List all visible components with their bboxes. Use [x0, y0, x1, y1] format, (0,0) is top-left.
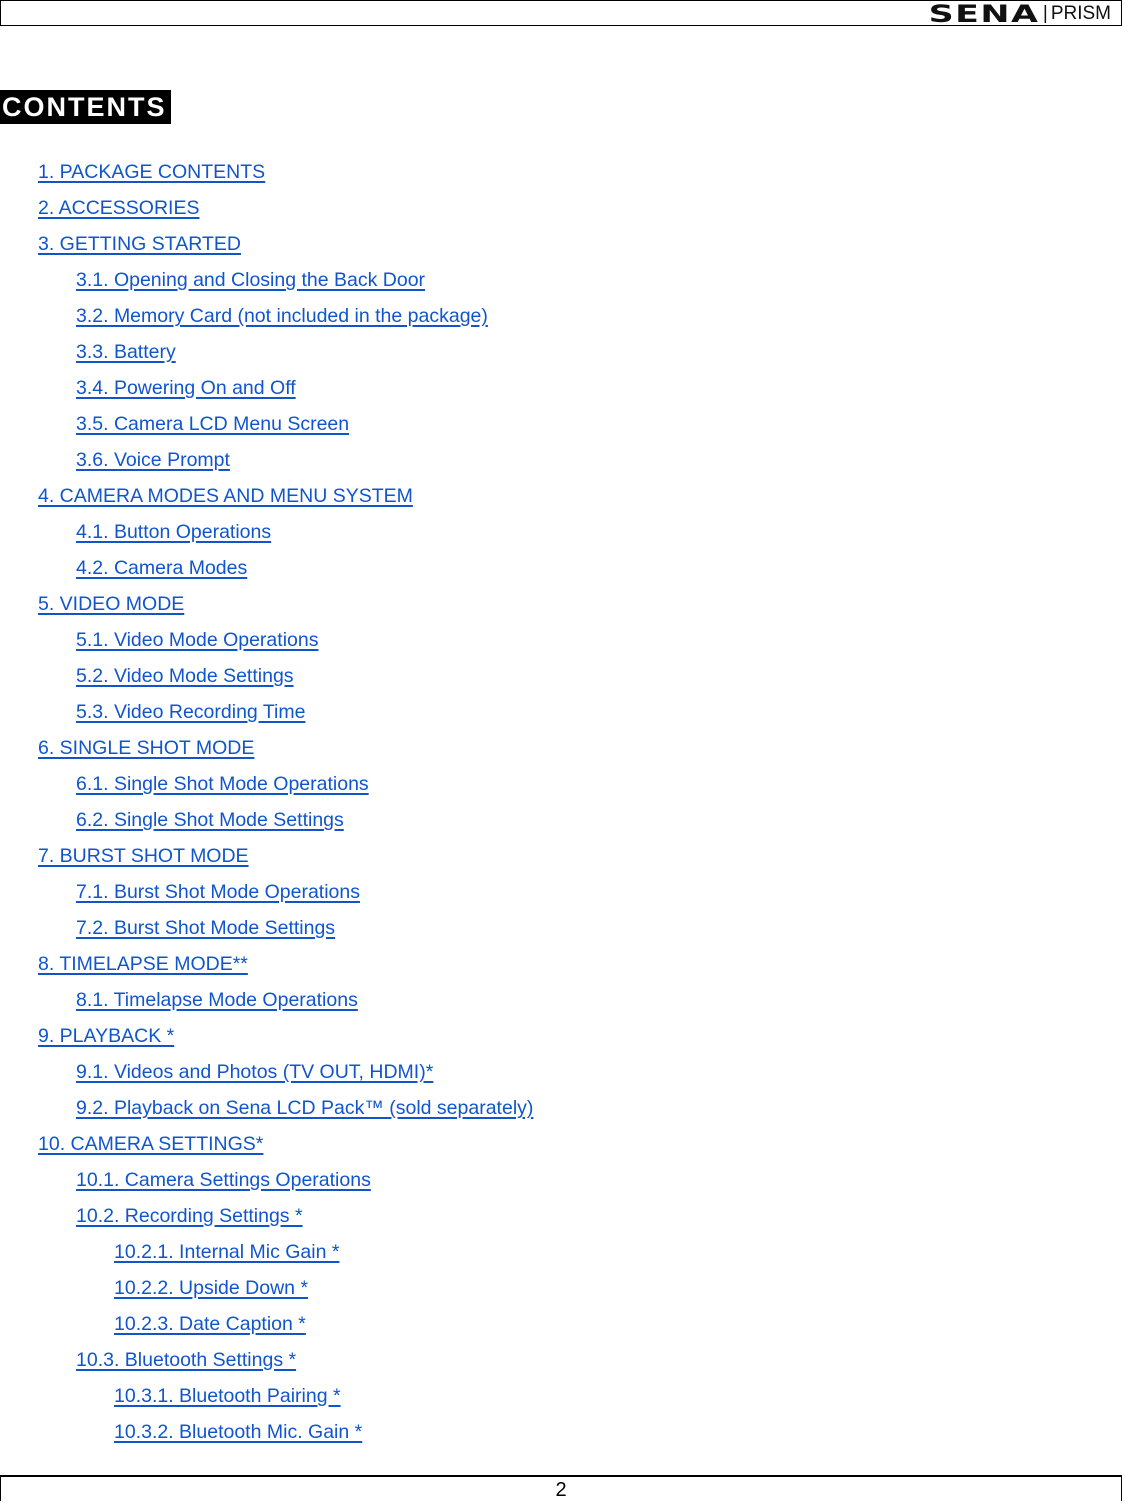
toc-entry: 6.1. Single Shot Mode Operations [0, 770, 1100, 806]
toc-entry: 4.1. Button Operations [0, 518, 1100, 554]
toc-entry: 5.2. Video Mode Settings [0, 662, 1100, 698]
toc-link[interactable]: 5.3. Video Recording Time [76, 701, 305, 723]
toc-link[interactable]: 2. ACCESSORIES [38, 197, 199, 219]
toc-link[interactable]: 9.2. Playback on Sena LCD Pack™ (sold se… [76, 1097, 533, 1119]
toc-entry: 10. CAMERA SETTINGS* [0, 1130, 1100, 1166]
toc-link[interactable]: 8.1. Timelapse Mode Operations [76, 989, 358, 1011]
toc-entry: 10.1. Camera Settings Operations [0, 1166, 1100, 1202]
toc-entry: 4.2. Camera Modes [0, 554, 1100, 590]
toc-link[interactable]: 7. BURST SHOT MODE [38, 845, 249, 867]
toc-link[interactable]: 6.2. Single Shot Mode Settings [76, 809, 344, 831]
toc-link[interactable]: 3.2. Memory Card (not included in the pa… [76, 305, 488, 327]
toc-link[interactable]: 10.3.2. Bluetooth Mic. Gain * [114, 1421, 362, 1443]
toc-entry: 9.2. Playback on Sena LCD Pack™ (sold se… [0, 1094, 1100, 1130]
toc-entry: 5. VIDEO MODE [0, 590, 1100, 626]
toc-link[interactable]: 10.3. Bluetooth Settings * [76, 1349, 296, 1371]
toc-entry: 10.3. Bluetooth Settings * [0, 1346, 1100, 1382]
toc-link[interactable]: 1. PACKAGE CONTENTS [38, 161, 265, 183]
header-separator: | [1042, 3, 1048, 24]
toc-entry: 7. BURST SHOT MODE [0, 842, 1100, 878]
page-header: SENA | PRISM [0, 0, 1122, 26]
toc-link[interactable]: 3.4. Powering On and Off [76, 377, 296, 399]
toc-link[interactable]: 6.1. Single Shot Mode Operations [76, 773, 369, 795]
sena-logo: SENA [928, 0, 1039, 28]
toc-entry: 3.3. Battery [0, 338, 1100, 374]
brand-lockup: SENA | PRISM [928, 2, 1111, 26]
toc-entry: 9.1. Videos and Photos (TV OUT, HDMI)* [0, 1058, 1100, 1094]
toc-link[interactable]: 5. VIDEO MODE [38, 593, 184, 615]
toc-entry: 3.6. Voice Prompt [0, 446, 1100, 482]
toc-entry: 5.1. Video Mode Operations [0, 626, 1100, 662]
toc-link[interactable]: 3. GETTING STARTED [38, 233, 241, 255]
page-footer: 2 [0, 1475, 1122, 1501]
toc-entry: 10.2.3. Date Caption * [0, 1310, 1100, 1346]
toc-link[interactable]: 3.3. Battery [76, 341, 176, 363]
toc-link[interactable]: 10.3.1. Bluetooth Pairing * [114, 1385, 341, 1407]
toc-entry: 7.1. Burst Shot Mode Operations [0, 878, 1100, 914]
toc-entry: 10.2. Recording Settings * [0, 1202, 1100, 1238]
toc-entry: 4. CAMERA MODES AND MENU SYSTEM [0, 482, 1100, 518]
toc-entry: 6. SINGLE SHOT MODE [0, 734, 1100, 770]
toc-entry: 3.5. Camera LCD Menu Screen [0, 410, 1100, 446]
toc-link[interactable]: 10.2.3. Date Caption * [114, 1313, 306, 1335]
toc-entry: 10.2.1. Internal Mic Gain * [0, 1238, 1100, 1274]
toc-entry: 7.2. Burst Shot Mode Settings [0, 914, 1100, 950]
toc-link[interactable]: 3.6. Voice Prompt [76, 449, 230, 471]
toc-entry: 6.2. Single Shot Mode Settings [0, 806, 1100, 842]
toc-link[interactable]: 4. CAMERA MODES AND MENU SYSTEM [38, 485, 413, 507]
toc-link[interactable]: 10.2.1. Internal Mic Gain * [114, 1241, 339, 1263]
toc-entry: 3.1. Opening and Closing the Back Door [0, 266, 1100, 302]
toc-entry: 3.4. Powering On and Off [0, 374, 1100, 410]
toc-link[interactable]: 9.1. Videos and Photos (TV OUT, HDMI)* [76, 1061, 433, 1083]
toc-link[interactable]: 7.2. Burst Shot Mode Settings [76, 917, 335, 939]
toc-link[interactable]: 10.2. Recording Settings * [76, 1205, 303, 1227]
toc-entry: 8.1. Timelapse Mode Operations [0, 986, 1100, 1022]
toc-entry: 3. GETTING STARTED [0, 230, 1100, 266]
toc-link[interactable]: 9. PLAYBACK * [38, 1025, 174, 1047]
toc-link[interactable]: 4.2. Camera Modes [76, 557, 247, 579]
toc-entry: 3.2. Memory Card (not included in the pa… [0, 302, 1100, 338]
toc-link[interactable]: 10. CAMERA SETTINGS* [38, 1133, 263, 1155]
page-number: 2 [555, 1479, 567, 1501]
product-name: PRISM [1050, 3, 1111, 24]
toc-link[interactable]: 5.2. Video Mode Settings [76, 665, 294, 687]
toc-entry: 8. TIMELAPSE MODE** [0, 950, 1100, 986]
toc-link[interactable]: 3.1. Opening and Closing the Back Door [76, 269, 425, 291]
toc-entry: 10.3.1. Bluetooth Pairing * [0, 1382, 1100, 1418]
toc-entry: 1. PACKAGE CONTENTS [0, 158, 1100, 194]
toc-link[interactable]: 8. TIMELAPSE MODE** [38, 953, 248, 975]
toc-link[interactable]: 4.1. Button Operations [76, 521, 271, 543]
toc-link[interactable]: 7.1. Burst Shot Mode Operations [76, 881, 360, 903]
toc-link[interactable]: 6. SINGLE SHOT MODE [38, 737, 254, 759]
toc-entry: 10.2.2. Upside Down * [0, 1274, 1100, 1310]
toc-entry: 9. PLAYBACK * [0, 1022, 1100, 1058]
toc-entry: 10.3.2. Bluetooth Mic. Gain * [0, 1418, 1100, 1454]
page-title: CONTENTS [0, 90, 171, 124]
table-of-contents: 1. PACKAGE CONTENTS 2. ACCESSORIES 3. GETT… [0, 158, 1100, 1454]
toc-link[interactable]: 5.1. Video Mode Operations [76, 629, 318, 651]
toc-entry: 2. ACCESSORIES [0, 194, 1100, 230]
toc-link[interactable]: 3.5. Camera LCD Menu Screen [76, 413, 349, 435]
toc-entry: 5.3. Video Recording Time [0, 698, 1100, 734]
toc-link[interactable]: 10.2.2. Upside Down * [114, 1277, 308, 1299]
toc-link[interactable]: 10.1. Camera Settings Operations [76, 1169, 371, 1191]
